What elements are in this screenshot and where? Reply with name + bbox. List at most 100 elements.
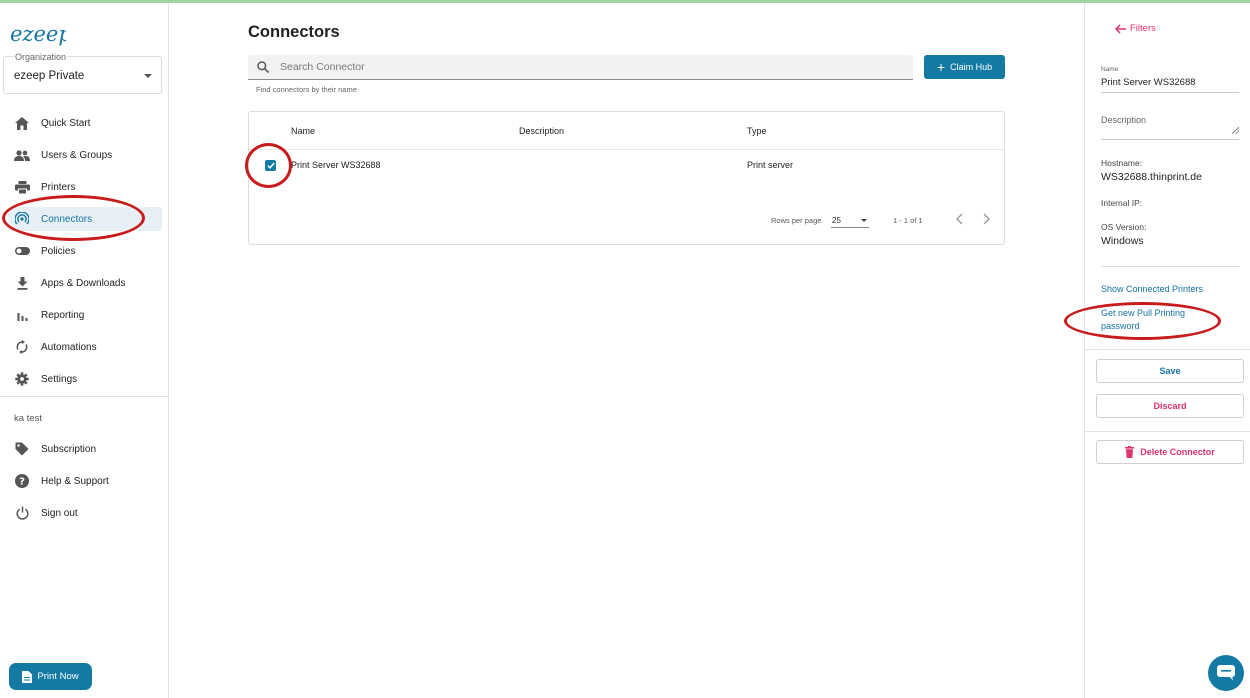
chevron-down-icon	[144, 74, 152, 78]
nav-item-automations[interactable]: Automations	[8, 335, 162, 359]
svg-text:?: ?	[19, 477, 25, 488]
column-header-type[interactable]: Type	[747, 126, 767, 136]
chevron-right-icon[interactable]	[980, 212, 992, 226]
resize-grip-icon[interactable]	[1232, 127, 1239, 134]
cell-type: Print server	[747, 160, 794, 170]
name-field-underline	[1101, 92, 1239, 93]
printer-icon	[14, 179, 30, 195]
organization-label: Organization	[14, 52, 68, 62]
nav-label: Help & Support	[41, 475, 109, 487]
hostname-value: WS32688.thinprint.de	[1101, 171, 1202, 183]
sidebar-divider	[0, 396, 168, 397]
chat-support-button[interactable]	[1208, 655, 1244, 691]
print-now-button[interactable]: Print Now	[9, 663, 92, 690]
nav-label: Apps & Downloads	[41, 277, 126, 289]
discard-button[interactable]: Discard	[1096, 394, 1244, 418]
nav-item-sign-out[interactable]: Sign out	[8, 501, 162, 525]
print-now-label: Print Now	[37, 671, 79, 682]
os-version-label: OS Version:	[1101, 222, 1147, 232]
panel-divider	[1101, 266, 1239, 267]
nav-label: Quick Start	[41, 117, 91, 129]
nav-item-policies[interactable]: Policies	[8, 239, 162, 263]
organization-value: ezeep Private	[14, 70, 85, 82]
chevron-down-icon	[861, 219, 867, 222]
nav-item-reporting[interactable]: Reporting	[8, 303, 162, 327]
document-icon	[22, 670, 33, 683]
column-header-description[interactable]: Description	[519, 126, 564, 136]
os-version-value: Windows	[1101, 235, 1144, 247]
trash-icon	[1125, 446, 1135, 458]
plus-icon: +	[936, 59, 946, 75]
nav-label: Sign out	[41, 507, 78, 519]
power-icon	[14, 505, 30, 521]
nav-label: Settings	[41, 373, 78, 385]
section-label: ka test	[14, 413, 42, 424]
nav-label: Subscription	[41, 443, 97, 455]
tag-icon	[14, 441, 30, 457]
search-helper-text: Find connectors by their name	[256, 85, 357, 94]
nav-item-subscription[interactable]: Subscription	[8, 437, 162, 461]
ezeep-logo: ezeep	[10, 22, 66, 46]
column-header-name[interactable]: Name	[291, 126, 315, 136]
description-field-underline	[1101, 139, 1239, 140]
row-checkbox[interactable]	[265, 160, 276, 171]
nav-item-printers[interactable]: Printers	[8, 175, 162, 199]
nav-item-users-groups[interactable]: Users & Groups	[8, 143, 162, 167]
rows-per-page-select[interactable]: 25	[831, 212, 869, 228]
pagination-count: 1 - 1 of 1	[893, 216, 923, 225]
organization-select[interactable]: Organization ezeep Private	[3, 51, 162, 94]
delete-connector-button[interactable]: Delete Connector	[1096, 440, 1244, 464]
gear-icon	[14, 371, 30, 387]
filters-back-link[interactable]: Filters	[1115, 23, 1156, 34]
connector-details-panel: Filters Name Print Server WS32688 Descri…	[1084, 3, 1250, 698]
page-title: Connectors	[248, 23, 340, 41]
connector-icon	[14, 211, 30, 227]
download-icon	[14, 275, 30, 291]
show-connected-printers-link[interactable]: Show Connected Printers	[1101, 283, 1203, 296]
nav-label: Connectors	[41, 213, 93, 225]
nav-item-apps-downloads[interactable]: Apps & Downloads	[8, 271, 162, 295]
save-button[interactable]: Save	[1096, 359, 1244, 383]
bar-chart-icon	[14, 307, 30, 323]
get-pull-printing-password-link[interactable]: Get new Pull Printing password	[1101, 307, 1211, 333]
delete-connector-label: Delete Connector	[1140, 447, 1215, 457]
nav-label: Printers	[41, 181, 76, 193]
home-icon	[14, 115, 30, 131]
nav-label: Users & Groups	[41, 149, 113, 161]
svg-text:ezeep: ezeep	[10, 22, 66, 46]
nav-label: Policies	[41, 245, 76, 257]
panel-divider-full	[1085, 431, 1250, 432]
sync-icon	[14, 339, 30, 355]
arrow-left-icon	[1115, 23, 1126, 34]
nav-item-connectors[interactable]: Connectors	[8, 207, 162, 231]
search-input[interactable]: Search Connector	[248, 55, 913, 80]
name-field-label: Name	[1101, 66, 1119, 73]
panel-divider-full	[1085, 349, 1250, 350]
name-field[interactable]: Print Server WS32688	[1101, 77, 1196, 88]
chat-icon	[1217, 665, 1235, 681]
checkmark-icon	[266, 162, 275, 169]
rows-per-page-value: 25	[832, 216, 841, 225]
save-label: Save	[1159, 366, 1181, 376]
claim-hub-button[interactable]: + Claim Hub	[924, 55, 1005, 79]
cell-name: Print Server WS32688	[291, 160, 381, 170]
rows-per-page-label: Rows per page	[771, 216, 822, 225]
nav-label: Automations	[41, 341, 97, 353]
toggle-icon	[14, 243, 30, 259]
search-icon	[257, 61, 269, 73]
sidebar: ezeep Organization ezeep Private Quick S…	[0, 3, 169, 698]
chevron-left-icon[interactable]	[954, 212, 966, 226]
users-icon	[14, 147, 30, 163]
connectors-table: Name Description Type Print Server WS326…	[248, 111, 1005, 245]
claim-hub-label: Claim Hub	[950, 62, 993, 72]
table-header-divider	[249, 149, 1004, 150]
description-field[interactable]: Description	[1101, 115, 1146, 125]
internal-ip-label: Internal IP:	[1101, 198, 1143, 208]
nav-label: Reporting	[41, 309, 85, 321]
discard-label: Discard	[1153, 401, 1187, 411]
top-accent-line	[0, 0, 1250, 3]
nav-item-quick-start[interactable]: Quick Start	[8, 111, 162, 135]
hostname-label: Hostname:	[1101, 158, 1143, 168]
nav-item-settings[interactable]: Settings	[8, 367, 162, 391]
nav-item-help-support[interactable]: ? Help & Support	[8, 469, 162, 493]
